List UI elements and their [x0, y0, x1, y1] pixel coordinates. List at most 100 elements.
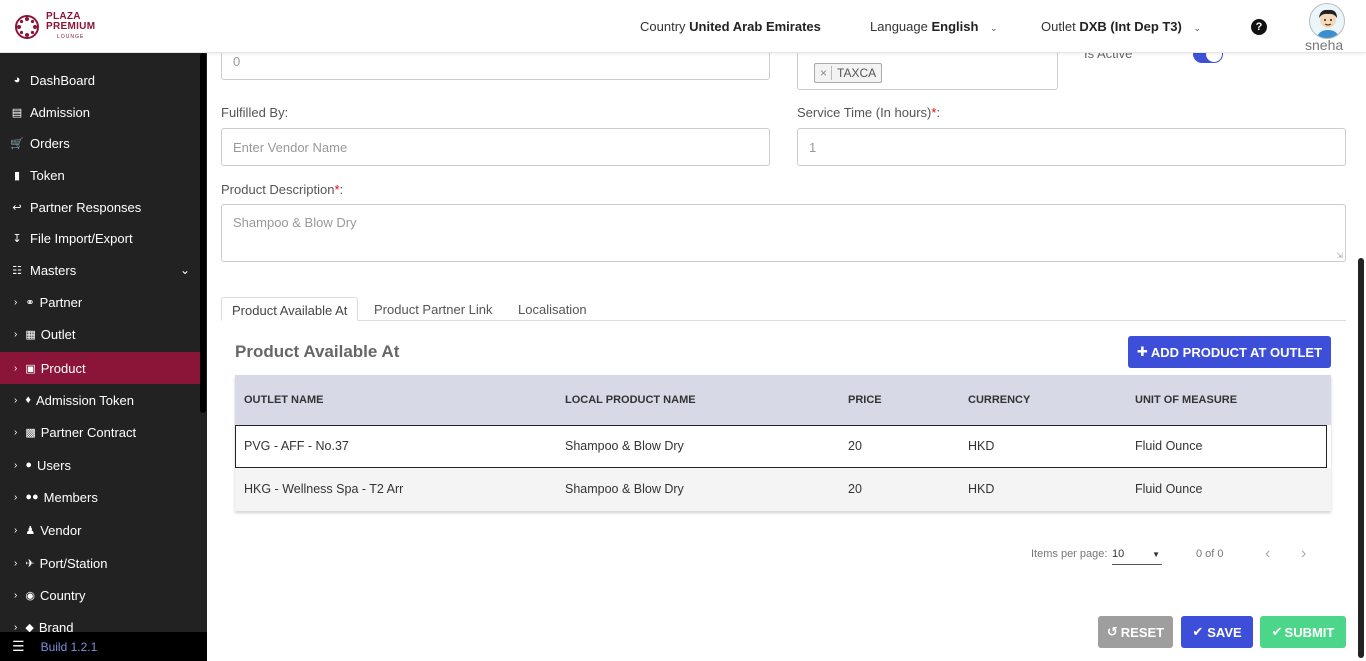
column-header[interactable]: OUTLET NAME — [244, 394, 323, 406]
tax-chip-label: TAXCA — [837, 66, 877, 80]
outlet-selector[interactable]: Outlet DXB (Int Dep T3) ⌄ — [1041, 19, 1201, 34]
cell-currency: HKD — [968, 482, 995, 496]
chevron-right-icon: › — [14, 491, 18, 503]
sidebar-scrollbar[interactable] — [200, 53, 206, 413]
sidebar-item-orders[interactable]: 🛒 Orders — [0, 128, 200, 158]
column-header[interactable]: UNIT OF MEASURE — [1135, 394, 1237, 406]
table-row[interactable]: HKG - Wellness Spa - T2 Arr Shampoo & Bl… — [235, 468, 1331, 511]
sidebar-item-file-import-export[interactable]: ↧ File Import/Export — [0, 223, 200, 253]
tax-chip[interactable]: × TAXCA — [814, 63, 883, 83]
cell-price: 20 — [848, 439, 862, 453]
cell-unit-of-measure: Fluid Ounce — [1135, 482, 1203, 496]
sidebar-item-label: Users — [37, 457, 71, 473]
language-selector[interactable]: Language English ⌄ — [870, 19, 998, 34]
sidebar-item-vendor[interactable]: › ♟ Vendor — [0, 515, 200, 545]
cell-outlet-name: HKG - Wellness Spa - T2 Arr — [244, 482, 404, 496]
chevron-right-icon: › — [14, 394, 18, 406]
chevron-down-icon: ⌄ — [179, 263, 190, 277]
sidebar-item-users[interactable]: › ● Users — [0, 450, 200, 480]
sidebar-item-country[interactable]: › ◉ Country — [0, 580, 200, 610]
hamburger-menu-icon[interactable]: ☰ — [12, 638, 25, 655]
page-scrollbar[interactable] — [1358, 258, 1364, 658]
sidebar-item-partner-responses[interactable]: ↩ Partner Responses — [0, 192, 200, 222]
tab-localisation[interactable]: Localisation — [508, 297, 597, 321]
user-icon: ● — [25, 459, 32, 471]
ticket-icon: ♦ — [25, 394, 31, 406]
sidebar-item-label: Admission — [30, 104, 90, 120]
column-header[interactable]: LOCAL PRODUCT NAME — [565, 394, 696, 406]
remove-chip-icon[interactable]: × — [820, 66, 833, 80]
briefcase-icon: ▩ — [25, 426, 36, 439]
sidebar-item-label: Orders — [30, 135, 70, 151]
sidebar-item-masters[interactable]: ☷ Masters ⌄ — [0, 255, 200, 285]
next-page-icon[interactable]: › — [1301, 545, 1306, 563]
user-avatar[interactable] — [1309, 3, 1345, 39]
column-header[interactable]: PRICE — [848, 394, 882, 406]
column-header[interactable]: CURRENCY — [968, 394, 1030, 406]
save-button[interactable]: ✔ SAVE — [1181, 616, 1253, 648]
resize-handle-icon[interactable]: ⇲ — [1336, 251, 1343, 260]
previous-page-icon[interactable]: ‹ — [1265, 545, 1270, 563]
submit-label: SUBMIT — [1284, 624, 1335, 640]
submit-button[interactable]: ✔ SUBMIT — [1260, 616, 1346, 648]
table-row[interactable]: PVG - AFF - No.37 Shampoo & Blow Dry 20 … — [235, 425, 1327, 468]
toggle-knob — [1206, 53, 1222, 62]
sitemap-icon: ☷ — [12, 264, 22, 277]
chevron-down-icon: ⌄ — [990, 23, 998, 33]
outlet-table: OUTLET NAME LOCAL PRODUCT NAME PRICE CUR… — [235, 375, 1331, 511]
sidebar-item-port-station[interactable]: › ✈ Port/Station — [0, 548, 200, 578]
reset-button[interactable]: ↺ RESET — [1098, 616, 1173, 648]
section-title: Product Available At — [235, 342, 400, 361]
service-time-value: 1 — [809, 139, 817, 155]
file-icon: ▮ — [13, 169, 21, 182]
sidebar-item-dashboard[interactable]: ◕ DashBoard — [0, 65, 200, 95]
sidebar-item-partner[interactable]: › ⚭ Partner — [0, 287, 200, 317]
sidebar-item-members[interactable]: › ●● Members — [0, 482, 200, 512]
service-time-label-text: Service Time (In hours) — [797, 105, 932, 120]
sidebar-item-admission[interactable]: ▤ Admission — [0, 97, 200, 127]
language-label: Language — [870, 19, 928, 34]
partial-number-input[interactable]: 0 — [221, 53, 770, 80]
sidebar-item-partner-contract[interactable]: › ▩ Partner Contract — [0, 417, 200, 447]
sidebar-item-admission-token[interactable]: › ♦ Admission Token — [0, 385, 200, 415]
sidebar-item-token[interactable]: ▮ Token — [0, 160, 200, 190]
logo-mark-icon — [14, 14, 40, 40]
save-label: SAVE — [1207, 624, 1242, 640]
description-label: Product Description*: — [221, 182, 343, 197]
vendor-name-input[interactable]: Enter Vendor Name — [221, 128, 770, 166]
tax-multiselect[interactable]: × TAXCA — [797, 53, 1058, 90]
tab-product-partner-link[interactable]: Product Partner Link — [364, 297, 503, 321]
help-icon[interactable]: ? — [1251, 19, 1267, 35]
items-per-page-select[interactable]: 10 ▼ — [1112, 543, 1162, 565]
add-product-at-outlet-button[interactable]: ✚ ADD PRODUCT AT OUTLET — [1128, 336, 1331, 368]
sidebar-item-label: Partner Contract — [40, 424, 137, 440]
sidebar-item-label: Partner Responses — [30, 199, 142, 215]
cart-icon: 🛒 — [10, 137, 24, 150]
user-name[interactable]: sneha — [1305, 37, 1343, 53]
sidebar-item-label: Country — [39, 587, 86, 603]
download-icon: ↧ — [12, 232, 22, 245]
plaza-premium-logo[interactable]: PLAZA PREMIUM LOUNGE — [14, 12, 95, 42]
table-header: OUTLET NAME LOCAL PRODUCT NAME PRICE CUR… — [235, 375, 1331, 425]
cell-currency: HKD — [968, 439, 995, 453]
chevron-right-icon: › — [14, 524, 18, 536]
sidebar-item-label: Vendor — [40, 522, 82, 538]
is-active-toggle[interactable] — [1193, 53, 1223, 63]
items-per-page-label: Items per page: — [1031, 548, 1108, 560]
reply-icon: ↩ — [12, 201, 22, 214]
users-icon: ●● — [25, 491, 39, 503]
sidebar-item-label: Token — [30, 167, 65, 183]
cell-unit-of-measure: Fluid Ounce — [1135, 439, 1203, 453]
check-icon: ✔ — [1271, 624, 1283, 639]
sidebar-item-product[interactable]: › ▣ Product — [0, 352, 200, 384]
dropdown-arrow-icon: ▼ — [1152, 550, 1160, 559]
chevron-right-icon: › — [14, 557, 18, 569]
cell-price: 20 — [848, 482, 862, 496]
language-value: English — [931, 19, 979, 34]
tab-product-available-at[interactable]: Product Available At — [221, 297, 359, 321]
description-textarea[interactable]: Shampoo & Blow Dry ⇲ — [221, 204, 1346, 262]
country-selector[interactable]: Country United Arab Emirates — [640, 19, 821, 34]
service-time-input[interactable]: 1 — [797, 128, 1346, 166]
sidebar: ◕ DashBoard ▤ Admission 🛒 Orders ▮ Token… — [0, 53, 207, 661]
sidebar-item-outlet[interactable]: › ▦ Outlet — [0, 319, 200, 349]
